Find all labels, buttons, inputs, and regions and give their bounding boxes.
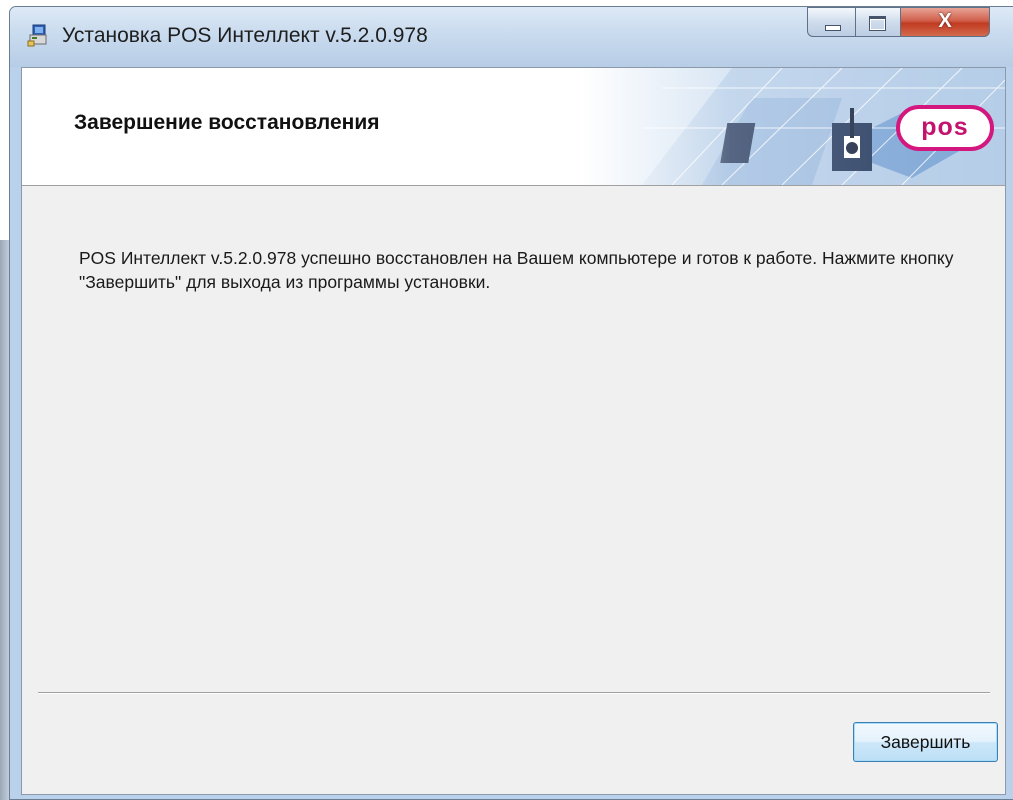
completion-message: POS Интеллект v.5.2.0.978 успешно восста… (79, 248, 954, 292)
maximize-icon (869, 16, 886, 31)
installer-window: Установка POS Интеллект v.5.2.0.978 X За… (9, 6, 1013, 800)
page-title: Завершение восстановления (74, 111, 380, 134)
minimize-button[interactable] (807, 7, 855, 37)
footer-divider (38, 692, 990, 694)
dialog-client-area: Завершение восстановления pos POS Интелл… (21, 67, 1006, 795)
title-bar[interactable]: Установка POS Интеллект v.5.2.0.978 X (10, 7, 1013, 67)
maximize-button[interactable] (855, 7, 900, 37)
header-banner: Завершение восстановления pos (22, 68, 1005, 186)
close-button[interactable]: X (900, 7, 990, 37)
minimize-icon (825, 25, 841, 31)
finish-button[interactable]: Завершить (853, 722, 998, 762)
pos-logo: pos (896, 105, 994, 151)
close-icon: X (938, 10, 952, 32)
installer-icon (27, 24, 47, 47)
window-title: Установка POS Интеллект v.5.2.0.978 (62, 24, 428, 47)
